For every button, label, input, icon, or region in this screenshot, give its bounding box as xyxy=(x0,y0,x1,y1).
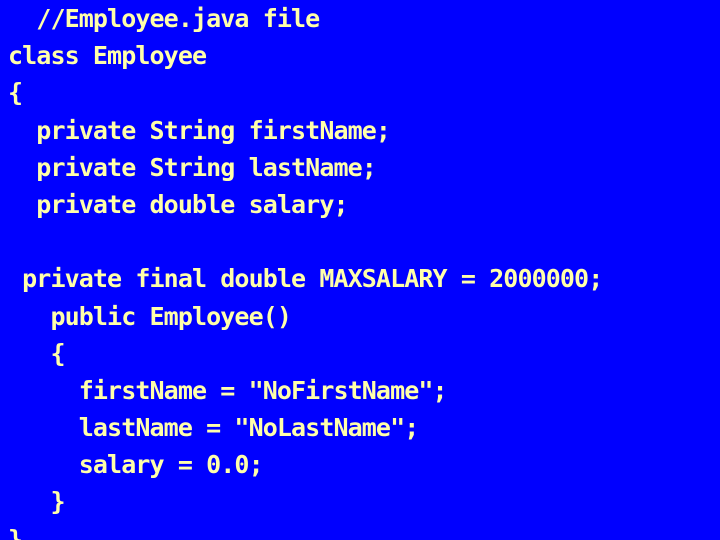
code-line-class-open-brace: { xyxy=(8,78,23,108)
code-line-class-declaration: class Employee xyxy=(8,41,207,71)
code-line-field-salary: private double salary; xyxy=(8,189,348,219)
code-line-comment: //Employee.java file xyxy=(8,4,320,33)
code-line-assign-lastname: lastName = "NoLastName"; xyxy=(8,413,420,443)
code-listing: //Employee.java file class Employee { pr… xyxy=(0,0,720,540)
code-line-assign-salary: salary = 0.0; xyxy=(8,450,264,480)
code-line-class-close-brace: } xyxy=(8,524,23,540)
code-line-field-firstname: private String firstName; xyxy=(8,115,391,145)
code-line-assign-firstname: firstName = "NoFirstName"; xyxy=(8,375,448,405)
code-line-field-maxsalary: private final double MAXSALARY = 2000000… xyxy=(8,264,603,294)
code-line-constructor-close-brace: } xyxy=(8,487,65,517)
code-line-constructor-signature: public Employee() xyxy=(8,301,292,331)
code-slide: //Employee.java file class Employee { pr… xyxy=(0,0,720,540)
code-line-constructor-open-brace: { xyxy=(8,338,65,368)
code-line-field-lastname: private String lastName; xyxy=(8,152,377,182)
